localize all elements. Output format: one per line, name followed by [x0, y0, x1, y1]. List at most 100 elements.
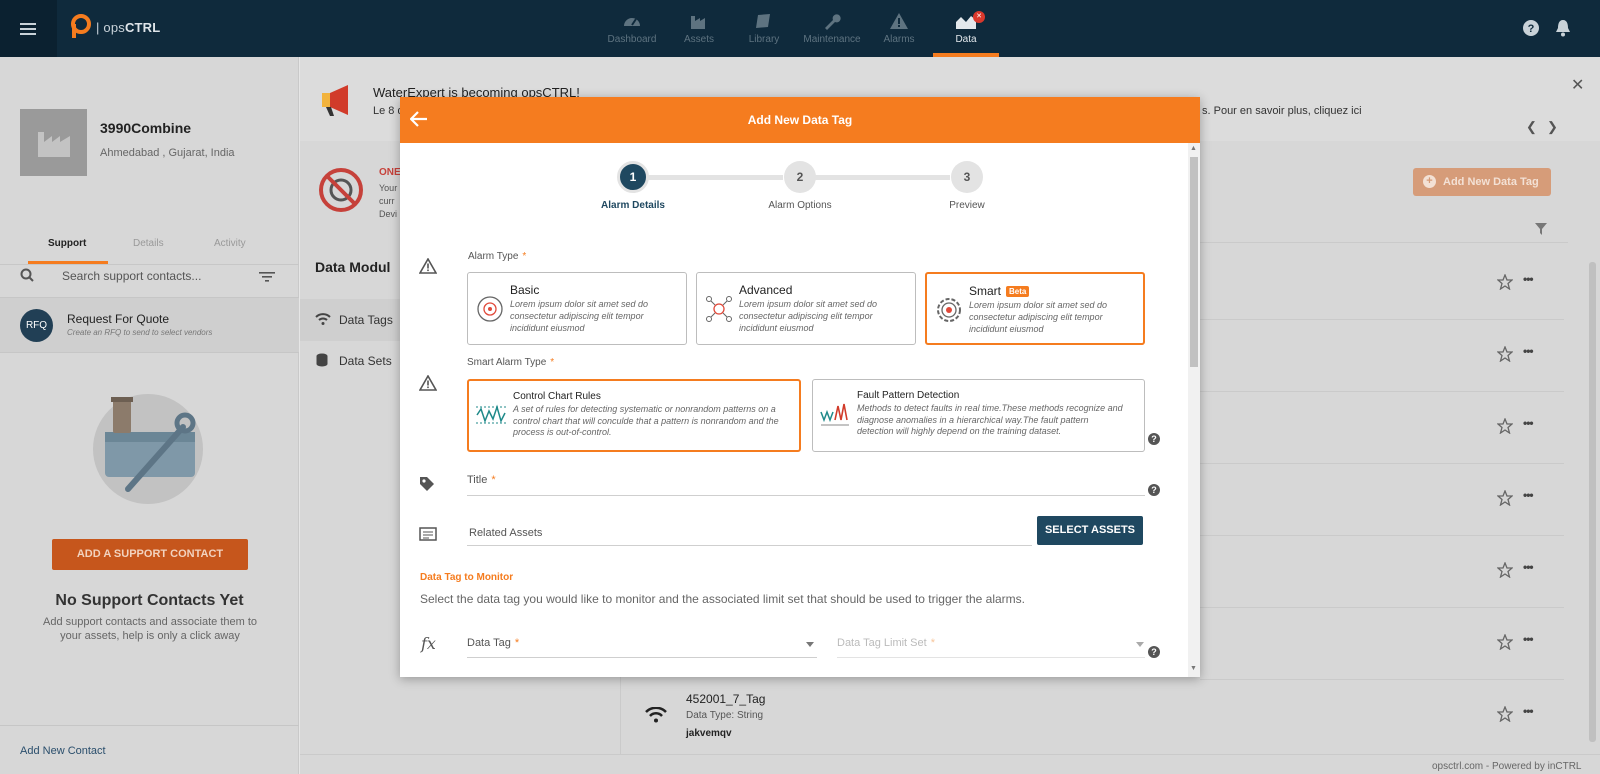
notice-line: Devi	[379, 209, 398, 219]
data-tag-type: Data Type: String	[686, 710, 764, 721]
data-tag-name[interactable]: 452001_7_Tag	[686, 692, 765, 706]
modal-header: Add New Data Tag	[400, 97, 1200, 143]
data-sets-menu-item[interactable]: Data Sets	[339, 354, 392, 368]
toolbox-illustration	[93, 394, 203, 504]
app-logo[interactable]: | opsCTRL	[70, 14, 160, 40]
related-assets-underline	[467, 545, 1032, 546]
add-support-contact-button[interactable]: ADD A SUPPORT CONTACT	[52, 539, 248, 570]
more-options-icon[interactable]: •••	[1523, 632, 1534, 646]
tab-details[interactable]: Details	[133, 238, 164, 249]
no-signal-icon	[319, 168, 363, 212]
banner-close-button[interactable]: ✕	[1571, 75, 1584, 95]
data-tags-menu-item[interactable]: Data Tags	[300, 299, 400, 341]
scroll-up-arrow-icon[interactable]: ▲	[1190, 145, 1197, 152]
banner-link-text[interactable]: s. Pour en savoir plus, cliquez ici	[1202, 105, 1362, 117]
wifi-icon	[315, 313, 331, 325]
data-tag-select[interactable]: Data Tag *	[467, 637, 519, 649]
data-tag-underline	[467, 657, 817, 658]
filter-icon[interactable]	[259, 271, 275, 283]
alarm-type-label: Alarm Type *	[468, 251, 527, 262]
row-divider	[1200, 319, 1564, 320]
alarm-type-basic-card[interactable]: Basic Lorem ipsum dolor sit amet sed do …	[467, 272, 687, 345]
more-options-icon[interactable]: •••	[1523, 704, 1534, 718]
nav-library[interactable]: Library	[731, 12, 797, 45]
row-divider	[1200, 463, 1564, 464]
modal-scrollbar-thumb[interactable]	[1190, 157, 1198, 367]
star-icon[interactable]	[1497, 562, 1513, 578]
more-options-icon[interactable]: •••	[1523, 416, 1534, 430]
add-new-contact-link[interactable]: Add New Contact	[20, 745, 106, 757]
warning-icon	[419, 258, 437, 274]
data-tag-limit-set-select[interactable]: Data Tag Limit Set *	[837, 637, 935, 649]
alarm-type-smart-card[interactable]: Smart Beta Lorem ipsum dolor sit amet sed…	[925, 272, 1145, 345]
title-field[interactable]: Title *	[467, 474, 496, 486]
factory-icon	[37, 131, 70, 157]
help-icon[interactable]: ?	[1148, 433, 1160, 445]
tab-divider	[0, 264, 299, 265]
star-icon[interactable]	[1497, 346, 1513, 362]
step-2-label: Alarm Options	[768, 200, 832, 211]
control-chart-icon	[476, 404, 506, 424]
hamburger-menu-button[interactable]	[0, 0, 57, 57]
data-tag-value: jakvemqv	[686, 728, 732, 739]
step-2-circle[interactable]: 2	[784, 161, 816, 193]
nav-alarms[interactable]: Alarms	[866, 12, 932, 45]
tab-support[interactable]: Support	[48, 238, 86, 249]
wifi-icon	[645, 707, 667, 723]
main-scrollbar[interactable]	[1589, 262, 1596, 742]
basic-card-description: Lorem ipsum dolor sit amet sed do consec…	[510, 299, 649, 333]
star-icon[interactable]	[1497, 490, 1513, 506]
left-side-panel: 3990Combine Ahmedabad , Gujarat, India S…	[0, 57, 299, 774]
more-options-icon[interactable]: •••	[1523, 488, 1534, 502]
related-assets-field[interactable]: Related Assets	[469, 527, 542, 539]
fault-pattern-detection-card[interactable]: Fault Pattern Detection Methods to detec…	[812, 379, 1145, 452]
empty-state-description: Add support contacts and associate them …	[42, 616, 258, 642]
more-options-icon[interactable]: •••	[1523, 560, 1534, 574]
funnel-icon[interactable]	[1535, 223, 1547, 235]
nav-maintenance[interactable]: Maintenance	[799, 12, 865, 45]
empty-state-title: No Support Contacts Yet	[55, 592, 244, 609]
tab-activity[interactable]: Activity	[214, 238, 246, 249]
star-icon[interactable]	[1497, 418, 1513, 434]
star-icon[interactable]	[1497, 634, 1513, 650]
fault-pattern-icon	[820, 403, 849, 426]
help-icon[interactable]: ?	[1148, 484, 1160, 496]
bell-icon[interactable]	[1555, 19, 1571, 37]
banner-prev-button[interactable]: ❮	[1526, 119, 1537, 135]
nav-data[interactable]: Data	[933, 12, 999, 45]
more-options-icon[interactable]: •••	[1523, 272, 1534, 286]
rfq-subtitle: Create an RFQ to send to select vendors	[67, 328, 213, 337]
nav-assets[interactable]: Assets	[666, 12, 732, 45]
banner-next-button[interactable]: ❯	[1547, 119, 1558, 135]
help-icon[interactable]: ?	[1523, 20, 1539, 36]
nav-dashboard[interactable]: Dashboard	[599, 12, 665, 45]
database-icon[interactable]	[316, 353, 328, 367]
star-icon[interactable]	[1497, 706, 1513, 722]
search-icon	[20, 268, 34, 282]
tag-icon	[420, 477, 434, 491]
scroll-down-arrow-icon[interactable]: ▼	[1190, 665, 1197, 672]
factory-icon	[691, 16, 705, 29]
chevron-down-icon[interactable]	[806, 642, 814, 647]
alarm-type-advanced-card[interactable]: Advanced Lorem ipsum dolor sit amet sed …	[696, 272, 916, 345]
request-for-quote-item[interactable]: RFQ Request For Quote Create an RFQ to s…	[0, 297, 299, 353]
row-divider	[1200, 391, 1564, 392]
step-1-circle[interactable]: 1	[617, 161, 649, 193]
support-search-input[interactable]: Search support contacts...	[62, 269, 201, 283]
more-options-icon[interactable]: •••	[1523, 344, 1534, 358]
star-icon[interactable]	[1497, 274, 1513, 290]
wrench-icon	[825, 14, 841, 30]
select-assets-button[interactable]: SELECT ASSETS	[1037, 516, 1143, 545]
title-input-underline	[467, 495, 1145, 496]
banner-text: Le 8 d	[373, 105, 404, 117]
add-data-tag-modal: Add New Data Tag 1 2 3 Alarm Details Ala…	[400, 97, 1200, 677]
help-icon[interactable]: ?	[1148, 646, 1160, 658]
add-contact-footer: Add New Contact	[0, 725, 299, 774]
add-new-data-tag-button[interactable]: + Add New Data Tag	[1413, 168, 1551, 196]
control-chart-rules-card[interactable]: Control Chart Rules A set of rules for d…	[467, 379, 801, 452]
step-3-circle[interactable]: 3	[951, 161, 983, 193]
plus-icon: +	[1423, 175, 1436, 188]
step-1-label: Alarm Details	[601, 200, 665, 211]
chevron-down-icon[interactable]	[1136, 642, 1144, 647]
row-divider	[1200, 607, 1564, 608]
